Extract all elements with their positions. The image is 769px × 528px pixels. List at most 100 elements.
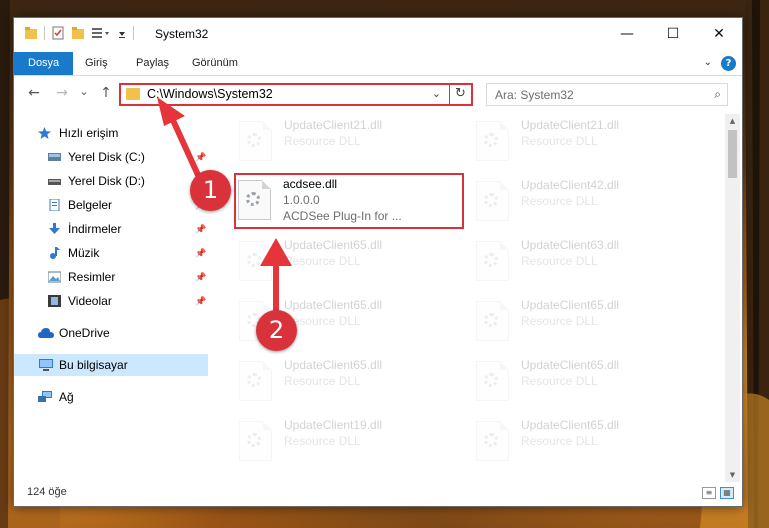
sidebar-item-downloads[interactable]: İndirmeler 📌 <box>14 218 208 240</box>
file-tile[interactable]: UpdateClient19.dll Resource DLL <box>237 416 467 472</box>
separator <box>133 26 134 40</box>
up-button[interactable]: ↑ <box>96 85 116 101</box>
file-name: UpdateClient65.dll <box>521 358 620 372</box>
file-type: Resource DLL <box>521 434 598 448</box>
network-icon <box>38 391 52 402</box>
tiles-view-icon[interactable]: ▦ <box>720 487 734 499</box>
sidebar-item-label: Resimler <box>68 270 116 284</box>
expand-ribbon-icon[interactable]: ⌄ <box>704 57 712 68</box>
gear-icon <box>484 133 498 147</box>
sidebar-item-documents[interactable]: Belgeler 📌 <box>14 194 208 216</box>
gear-icon <box>246 192 260 206</box>
scroll-thumb[interactable] <box>728 130 737 178</box>
recent-locations-button[interactable]: ⌄ <box>74 85 94 98</box>
file-version: 1.0.0.0 <box>283 193 320 207</box>
chevron-down-icon[interactable]: ⌄ <box>432 87 441 100</box>
file-tile[interactable]: UpdateClient65.dll Resource DLL <box>474 356 704 412</box>
sidebar-item-pictures[interactable]: Resimler 📌 <box>14 266 208 288</box>
tab-home[interactable]: Giriş <box>85 52 108 75</box>
address-path[interactable]: C:\Windows\System32 <box>147 87 273 101</box>
file-tile[interactable]: UpdateClient21.dll Resource DLL <box>474 116 704 172</box>
search-input[interactable]: Ara: System32 ⌕ <box>486 83 728 106</box>
file-tile[interactable]: UpdateClient65.dll Resource DLL <box>474 416 704 472</box>
tab-view[interactable]: Görünüm <box>192 52 238 75</box>
navigation-bar: ← → ⌄ ↑ C:\Windows\System32 ⌄ ↻ Ara: Sys… <box>14 80 742 110</box>
file-tile[interactable]: UpdateClient65.dll Resource DLL <box>237 236 467 292</box>
folder-icon[interactable] <box>24 26 38 40</box>
file-tile[interactable]: UpdateClient42.dll Resource DLL <box>474 176 704 232</box>
file-type: Resource DLL <box>284 134 361 148</box>
videos-icon <box>48 295 61 307</box>
file-name: UpdateClient65.dll <box>521 298 620 312</box>
pin-icon[interactable]: 📌 <box>195 266 206 288</box>
pin-icon[interactable]: 📌 <box>195 146 206 168</box>
back-button[interactable]: ← <box>24 85 44 101</box>
drive-icon <box>48 179 61 185</box>
sidebar-item-this-pc[interactable]: Bu bilgisayar <box>14 354 208 376</box>
gear-icon <box>484 253 498 267</box>
sidebar-item-label: Hızlı erişim <box>59 126 119 140</box>
gear-icon <box>484 373 498 387</box>
forward-button[interactable]: → <box>52 85 72 101</box>
file-name: UpdateClient65.dll <box>284 358 383 372</box>
gear-icon <box>484 433 498 447</box>
file-list: UpdateClient21.dll Resource DLL UpdateCl… <box>214 112 724 484</box>
sidebar-item-videos[interactable]: Videolar 📌 <box>14 290 208 312</box>
quick-access-toolbar <box>24 26 134 40</box>
cloud-icon <box>38 328 54 338</box>
view-options-icon[interactable] <box>91 26 111 40</box>
sidebar-item-quick-access[interactable]: Hızlı erişim <box>14 122 208 144</box>
item-count: 124 öğe <box>27 486 67 498</box>
pin-icon[interactable]: 📌 <box>195 242 206 264</box>
pin-icon[interactable]: 📌 <box>195 290 206 312</box>
refresh-icon[interactable]: ↻ <box>449 83 471 106</box>
sidebar-item-disk-d[interactable]: Yerel Disk (D:) 📌 <box>14 170 208 192</box>
star-icon <box>38 127 51 139</box>
scroll-down-icon[interactable]: ▼ <box>725 468 740 482</box>
file-name: UpdateClient65.dll <box>284 238 383 252</box>
file-description: ACDSee Plug-In for ... <box>283 209 402 223</box>
file-tile[interactable]: UpdateClient65.dll Resource DLL <box>237 356 467 412</box>
maximize-button[interactable]: ☐ <box>650 18 696 49</box>
file-tile[interactable]: UpdateClient21.dll Resource DLL <box>237 116 467 172</box>
help-button[interactable]: ? <box>721 56 736 71</box>
gear-icon <box>247 433 261 447</box>
file-name: UpdateClient42.dll <box>521 178 620 192</box>
view-toggle: ≡ ▦ <box>702 487 734 499</box>
properties-icon[interactable] <box>51 26 65 40</box>
step-1-badge: 1 <box>190 170 231 211</box>
pin-icon[interactable]: 📌 <box>195 218 206 240</box>
customize-toolbar-icon[interactable] <box>117 26 127 40</box>
sidebar-item-label: Belgeler <box>68 198 113 212</box>
gear-icon <box>247 253 261 267</box>
file-tile[interactable]: UpdateClient65.dll Resource DLL <box>474 296 704 352</box>
details-view-icon[interactable]: ≡ <box>702 487 716 499</box>
folder-icon <box>126 88 140 100</box>
sidebar-item-onedrive[interactable]: OneDrive <box>14 322 208 344</box>
sidebar-item-disk-c[interactable]: Yerel Disk (C:) 📌 <box>14 146 208 168</box>
new-folder-icon[interactable] <box>71 26 85 40</box>
file-type: Resource DLL <box>284 434 361 448</box>
address-bar[interactable]: C:\Windows\System32 ⌄ ↻ <box>119 83 473 106</box>
file-name: UpdateClient21.dll <box>521 118 620 132</box>
sidebar-item-label: İndirmeler <box>68 222 122 236</box>
pictures-icon <box>48 271 61 283</box>
file-tile-acdsee[interactable]: acdsee.dll 1.0.0.0 ACDSee Plug-In for ..… <box>234 173 464 229</box>
file-tile[interactable]: UpdateClient63.dll Resource DLL <box>474 236 704 292</box>
vertical-scrollbar[interactable]: ▲ ▼ <box>725 114 740 482</box>
file-type: Resource DLL <box>521 254 598 268</box>
sidebar-item-music[interactable]: Müzik 📌 <box>14 242 208 264</box>
file-type: Resource DLL <box>284 254 361 268</box>
gear-icon <box>484 313 498 327</box>
sidebar-item-network[interactable]: Ağ <box>14 386 208 408</box>
search-icon[interactable]: ⌕ <box>714 87 721 102</box>
close-button[interactable]: ✕ <box>696 18 742 49</box>
step-2-badge: 2 <box>256 310 297 351</box>
tab-file[interactable]: Dosya <box>14 52 74 75</box>
file-name: UpdateClient65.dll <box>521 418 620 432</box>
file-name: UpdateClient63.dll <box>521 238 620 252</box>
minimize-button[interactable]: — <box>604 18 650 49</box>
scroll-up-icon[interactable]: ▲ <box>725 114 740 128</box>
tab-share[interactable]: Paylaş <box>136 52 169 75</box>
gear-icon <box>247 373 261 387</box>
